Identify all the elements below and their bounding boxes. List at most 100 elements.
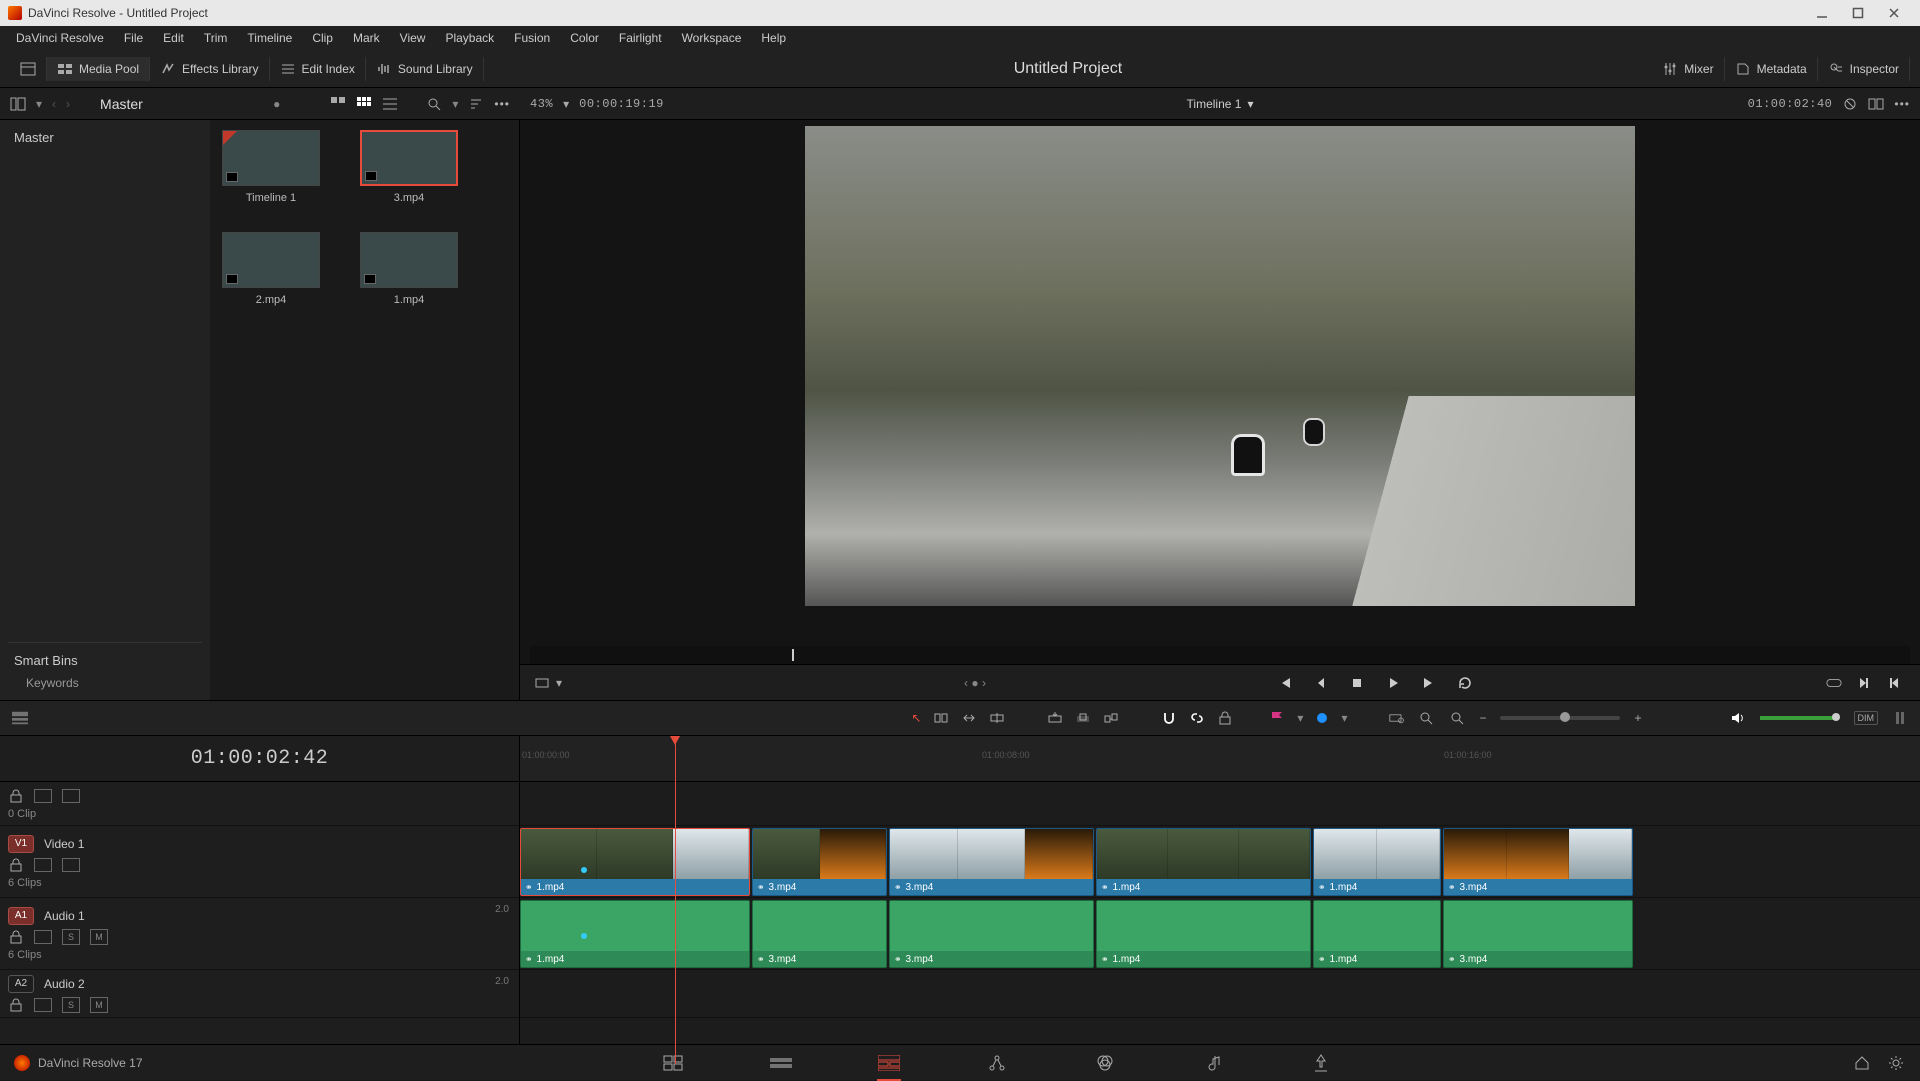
zoom-custom-icon[interactable] [1449,710,1465,726]
clip-thumb[interactable]: 3.mp4 [360,130,458,204]
zoom-in[interactable]: + [1634,711,1641,725]
page-fairlight[interactable] [1199,1049,1227,1077]
menu-item-clip[interactable]: Clip [302,26,343,50]
viewer-canvas[interactable] [520,120,1920,646]
search-icon[interactable] [426,96,442,112]
dynamic-trim-icon[interactable] [961,710,977,726]
mixer-toggle[interactable]: Mixer [1652,57,1724,81]
audio-clip[interactable]: ⚭1.mp4 [1313,900,1441,968]
nav-back[interactable]: ‹ [52,97,56,111]
viewer-scrubber[interactable] [530,646,1910,664]
match-frame-icon[interactable] [1826,675,1842,691]
auto-select-icon[interactable] [34,998,52,1012]
bin-list-toggle[interactable] [10,96,26,112]
zoom-out[interactable]: − [1479,711,1486,725]
menu-item-workspace[interactable]: Workspace [672,26,752,50]
timeline-ruler[interactable]: 01:00:00:0001:00:08:0001:00:16:00 [520,736,1920,782]
clip-thumb[interactable]: Timeline 1 [222,130,320,204]
settings-icon[interactable] [1888,1055,1904,1071]
grid-view-icon[interactable] [356,96,372,112]
marker-dropdown[interactable]: ▾ [1341,711,1347,725]
video-clip[interactable]: ⚭3.mp4 [1443,828,1633,896]
menu-item-file[interactable]: File [114,26,153,50]
layout-preset-button[interactable] [10,57,47,81]
clip-thumb[interactable]: 2.mp4 [222,232,320,306]
track-v2[interactable] [520,782,1920,826]
search-dropdown[interactable]: ▾ [452,97,458,111]
inspector-toggle[interactable]: Inspector [1818,57,1910,81]
page-media[interactable] [659,1049,687,1077]
track-dest-a1[interactable]: A1 [8,907,34,925]
video-clip[interactable]: ⚭1.mp4 [520,828,750,896]
track-dest-v1[interactable]: V1 [8,835,34,853]
solo-button[interactable]: S [62,929,80,945]
timeline-tracks-area[interactable]: 01:00:00:0001:00:08:0001:00:16:00 ⚭1.mp4… [520,736,1920,1064]
track-a2[interactable] [520,970,1920,1018]
next-edit-button[interactable] [1852,672,1874,694]
lock-track-icon[interactable] [8,788,24,804]
window-maximize[interactable] [1840,1,1876,25]
timeline-name[interactable]: Timeline 1 [1187,97,1242,111]
go-start-button[interactable] [1274,672,1296,694]
page-edit[interactable] [875,1049,903,1077]
nav-fwd[interactable]: › [66,97,70,111]
page-cut[interactable] [767,1049,795,1077]
menu-item-playback[interactable]: Playback [435,26,504,50]
home-icon[interactable] [1854,1055,1870,1071]
window-close[interactable] [1876,1,1912,25]
lock-track-icon[interactable] [8,857,24,873]
viewer-mode-icon[interactable] [534,675,550,691]
go-end-button[interactable] [1418,672,1440,694]
smart-bin-keywords[interactable]: Keywords [8,672,202,694]
page-color[interactable] [1091,1049,1119,1077]
timeline-view-options-icon[interactable] [12,710,28,726]
zoom-full-icon[interactable] [1389,710,1405,726]
sort-icon[interactable] [468,96,484,112]
lock-track-icon[interactable] [8,997,24,1013]
menu-item-view[interactable]: View [390,26,436,50]
flag-marker[interactable] [1271,711,1283,725]
snap-icon[interactable] [1161,710,1177,726]
link-icon[interactable] [1189,710,1205,726]
viewer-mode-dropdown[interactable]: ▾ [556,676,562,690]
clip-thumb[interactable]: 1.mp4 [360,232,458,306]
media-pool-toggle[interactable]: Media Pool [47,57,150,81]
track-enable-icon[interactable] [62,858,80,872]
page-fusion[interactable] [983,1049,1011,1077]
viewer-options-icon[interactable]: ••• [1894,97,1910,111]
playhead-timecode[interactable]: 01:00:02:42 [0,736,519,782]
thumbnail-view-icon[interactable] [330,96,346,112]
video-clip[interactable]: ⚭1.mp4 [1313,828,1441,896]
video-clip[interactable]: ⚭1.mp4 [1096,828,1311,896]
smart-bins-header[interactable]: Smart Bins [8,649,202,672]
page-deliver[interactable] [1307,1049,1335,1077]
zoom-dropdown[interactable]: ▾ [563,97,569,111]
replace-clip-icon[interactable] [1103,710,1119,726]
list-view-icon[interactable] [382,96,398,112]
trim-tool-icon[interactable] [933,710,949,726]
track-v1[interactable]: ⚭1.mp4⚭3.mp4⚭3.mp4⚭1.mp4⚭1.mp4⚭3.mp4 [520,826,1920,898]
lock-track-icon[interactable] [8,929,24,945]
zoom-slider[interactable] [1500,716,1620,720]
dim-button[interactable]: DIM [1854,711,1879,725]
bin-master[interactable]: Master [8,126,202,149]
auto-select-icon[interactable] [34,858,52,872]
sound-library-toggle[interactable]: Sound Library [366,57,484,81]
auto-select-icon[interactable] [34,789,52,803]
monitor-audio-icon[interactable] [1730,710,1746,726]
window-minimize[interactable] [1804,1,1840,25]
audio-clip[interactable]: ⚭3.mp4 [889,900,1094,968]
prev-edit-button[interactable] [1884,672,1906,694]
audio-meters-icon[interactable] [1892,710,1908,726]
mute-button[interactable]: M [90,997,108,1013]
menu-item-fairlight[interactable]: Fairlight [609,26,672,50]
track-a1[interactable]: ⚭1.mp4⚭3.mp4⚭3.mp4⚭1.mp4⚭1.mp4⚭3.mp4 [520,898,1920,970]
track-header-v1[interactable]: V1 Video 1 6 Clips [0,826,519,898]
video-clip[interactable]: ⚭3.mp4 [752,828,887,896]
single-dual-viewer-icon[interactable] [1868,96,1884,112]
menu-item-edit[interactable]: Edit [153,26,194,50]
stop-button[interactable] [1346,672,1368,694]
menu-item-fusion[interactable]: Fusion [504,26,560,50]
menu-item-timeline[interactable]: Timeline [237,26,302,50]
track-enable-icon[interactable] [62,789,80,803]
